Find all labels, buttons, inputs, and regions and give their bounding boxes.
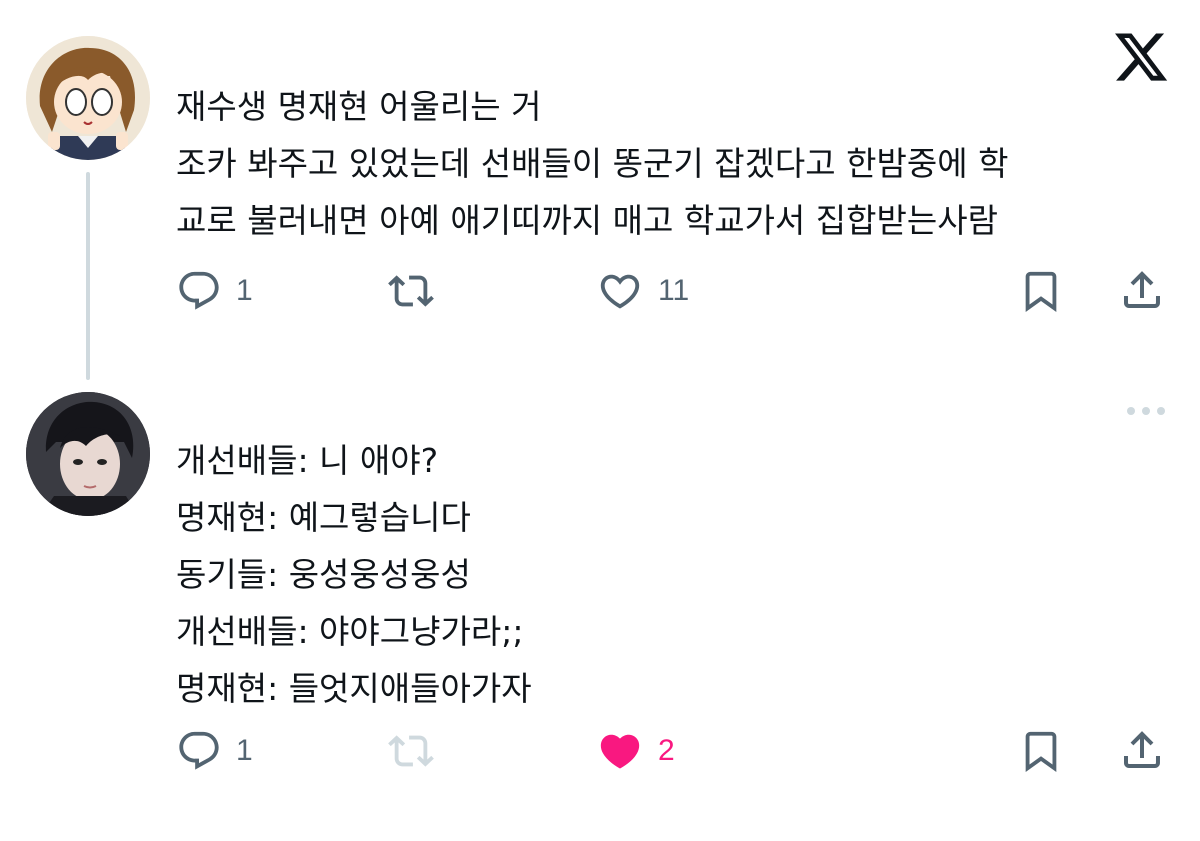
avatar[interactable] [26,392,150,516]
anime-avatar-image [26,36,150,160]
tweet-text-line: 개선배들: 야야그냥가라;; [176,612,524,651]
share-icon [1124,271,1160,308]
share-icon [1124,731,1160,768]
retweet-button[interactable] [386,268,436,314]
tweet-1-text: 재수생 명재현 어울리는 거 조카 봐주고 있었는데 선배들이 똥군기 잡겠다고… [176,78,1008,249]
profile-photo-image [26,392,150,516]
tweet-2-text: 개선배들: 니 애야? 명재현: 예그렇습니다 동기들: 웅성웅성웅성 개선배들… [176,432,532,717]
retweet-icon [388,275,434,307]
like-icon [600,274,640,309]
tweet-text-line: 개선배들: 니 애야? [176,441,439,480]
x-logo-icon [1115,33,1168,81]
like-icon [600,734,640,769]
tweet-text-line: 조카 봐주고 있었는데 선배들이 똥군기 잡겠다고 한밤중에 학 [176,144,1009,183]
share-button[interactable] [1118,726,1166,774]
tweet-text-line: 명재현: 예그렇습니다 [176,498,471,537]
tweet-text-line: 명재현: 들엇지애들아가자 [176,669,532,708]
like-button[interactable]: 2 [596,728,675,774]
like-count: 11 [658,274,690,307]
thread-connector-line [86,172,90,380]
reply-count: 1 [236,274,253,307]
tweet-text-line: 동기들: 웅성웅성웅성 [176,555,471,594]
reply-count: 1 [236,734,253,767]
bookmark-icon [1025,271,1057,312]
share-button[interactable] [1118,266,1166,314]
reply-icon [179,271,219,310]
bookmark-icon [1025,731,1057,772]
more-icon[interactable] [1124,404,1168,418]
tweet-text-line: 재수생 명재현 어울리는 거 [176,87,542,126]
like-button[interactable]: 11 [596,268,689,314]
reply-button[interactable]: 1 [176,268,253,314]
reply-button[interactable]: 1 [176,728,253,774]
retweet-icon [388,735,434,767]
avatar[interactable] [26,36,150,160]
like-count: 2 [658,734,675,767]
bookmark-button[interactable] [1018,728,1064,774]
tweet-text-line: 교로 불러내면 아예 애기띠까지 매고 학교가서 집합받는사람 [176,201,998,240]
reply-icon [179,731,219,770]
retweet-button [386,728,436,774]
bookmark-button[interactable] [1018,268,1064,314]
